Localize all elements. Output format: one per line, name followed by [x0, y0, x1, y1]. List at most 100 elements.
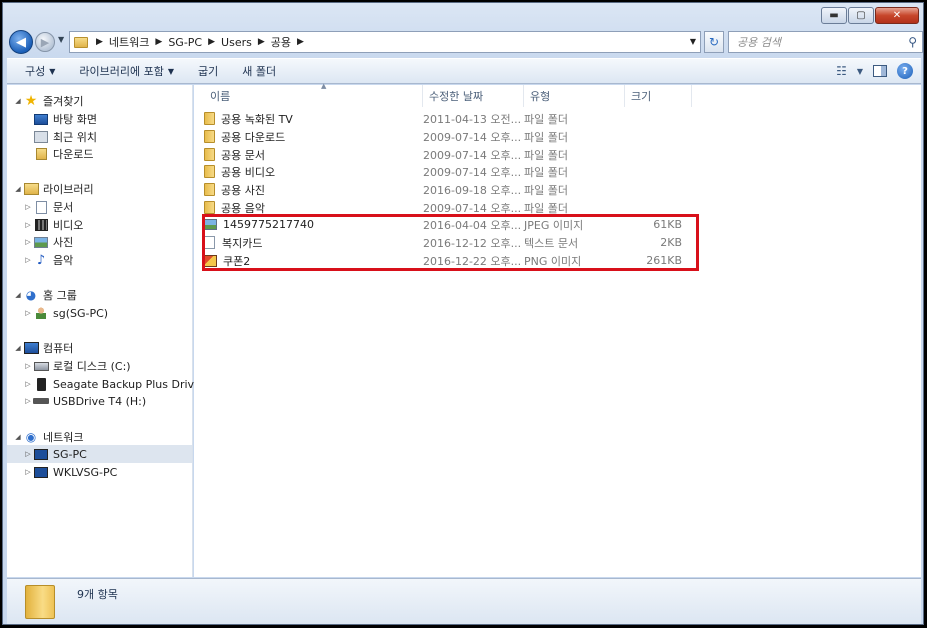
- nav-libraries-label: 라이브러리: [43, 183, 94, 196]
- file-row[interactable]: 공용 사진 2016-09-18 오후... 파일 폴더: [204, 181, 694, 199]
- expand-icon[interactable]: ▷: [23, 397, 33, 405]
- collapse-icon[interactable]: ◢: [13, 344, 23, 352]
- back-button[interactable]: ◀: [9, 30, 33, 54]
- breadcrumb-chevron-icon[interactable]: ▶: [96, 37, 103, 47]
- file-row[interactable]: 공용 다운로드 2009-07-14 오후... 파일 폴더: [204, 128, 694, 146]
- nav-downloads[interactable]: 다운로드: [33, 145, 93, 163]
- nav-documents[interactable]: ▷ 문서: [23, 198, 73, 216]
- expand-icon[interactable]: ▷: [23, 380, 33, 388]
- recent-pages-dropdown-icon[interactable]: ▼: [58, 35, 64, 44]
- expand-icon[interactable]: ▷: [23, 203, 33, 211]
- column-type-label: 유형: [530, 90, 551, 103]
- expand-icon[interactable]: ▷: [23, 221, 33, 229]
- file-row[interactable]: 공용 녹화된 TV 2011-04-13 오전... 파일 폴더: [204, 110, 694, 128]
- close-icon[interactable]: ✕: [875, 7, 919, 24]
- nav-libraries[interactable]: ◢ 라이브러리: [13, 180, 94, 198]
- column-header-date[interactable]: 수정한 날짜: [423, 85, 524, 107]
- video-icon: [33, 218, 49, 232]
- address-dropdown-icon[interactable]: ▼: [690, 37, 696, 46]
- folder-icon: [204, 165, 215, 179]
- column-header-name[interactable]: 이름 ▲: [204, 82, 423, 107]
- homegroup-icon: ◕: [25, 288, 37, 302]
- breadcrumb-chevron-icon[interactable]: ▶: [297, 37, 304, 47]
- collapse-icon[interactable]: ◢: [13, 97, 23, 105]
- nav-local-disk-label: 로컬 디스크 (C:): [53, 360, 131, 373]
- command-bar: 구성 ▼ 라이브러리에 포함 ▼ 굽기 새 폴더 ☷ ▼ ?: [7, 58, 921, 84]
- breadcrumb-public[interactable]: 공용: [271, 34, 291, 50]
- network-icon: ◉: [25, 430, 37, 444]
- column-header-type[interactable]: 유형: [524, 85, 625, 107]
- nav-desktop[interactable]: 바탕 화면: [33, 110, 97, 128]
- burn-button[interactable]: 굽기: [186, 59, 230, 83]
- network-computer-icon: [33, 447, 49, 461]
- file-row[interactable]: 공용 문서 2009-07-14 오후... 파일 폴더: [204, 146, 694, 164]
- file-date: 2009-07-14 오후...: [423, 148, 522, 162]
- include-library-label: 라이브러리에 포함: [79, 65, 164, 78]
- computer-icon: [23, 341, 39, 355]
- nav-videos[interactable]: ▷ 비디오: [23, 216, 83, 234]
- file-name: 공용 다운로드: [221, 130, 286, 144]
- nav-sg-pc[interactable]: ▷ SG-PC: [7, 445, 192, 463]
- nav-network[interactable]: ◢ ◉ 네트워크: [13, 428, 83, 446]
- nav-favorites[interactable]: ◢ ★ 즐겨찾기: [13, 92, 83, 110]
- address-bar[interactable]: ▶ 네트워크 ▶ SG-PC ▶ Users ▶ 공용 ▶ ▼: [69, 31, 701, 53]
- user-icon: [33, 306, 49, 320]
- nav-videos-label: 비디오: [53, 219, 84, 232]
- preview-pane-icon[interactable]: [873, 65, 887, 77]
- column-header-size[interactable]: 크기: [625, 85, 692, 107]
- breadcrumb-chevron-icon[interactable]: ▶: [258, 37, 265, 47]
- view-options-icon[interactable]: ☷: [836, 64, 847, 78]
- nav-sg-pc-label: SG-PC: [53, 447, 87, 461]
- nav-music[interactable]: ▷ ♪ 음악: [23, 251, 73, 269]
- collapse-icon[interactable]: ◢: [13, 291, 23, 299]
- nav-homegroup[interactable]: ◢ ◕ 홈 그룹: [13, 286, 77, 304]
- include-in-library-button[interactable]: 라이브러리에 포함 ▼: [67, 59, 186, 83]
- expand-icon[interactable]: ▷: [23, 450, 33, 458]
- search-icon[interactable]: ⚲: [908, 35, 917, 49]
- music-icon: ♪: [36, 252, 46, 268]
- item-count: 9개 항목: [77, 588, 118, 601]
- new-folder-label: 새 폴더: [242, 65, 277, 78]
- organize-button[interactable]: 구성 ▼: [7, 59, 67, 83]
- sort-ascending-icon: ▲: [321, 82, 327, 90]
- search-input[interactable]: 공용 검색 ⚲: [728, 31, 923, 53]
- new-folder-button[interactable]: 새 폴더: [230, 59, 288, 83]
- column-size-label: 크기: [631, 90, 652, 103]
- folder-icon: [204, 130, 215, 144]
- file-type: 파일 폴더: [524, 165, 568, 179]
- help-icon[interactable]: ?: [897, 63, 913, 79]
- usb-drive-icon: [33, 394, 49, 408]
- file-type: 파일 폴더: [524, 112, 568, 126]
- expand-icon[interactable]: ▷: [23, 309, 33, 317]
- collapse-icon[interactable]: ◢: [13, 185, 23, 193]
- nav-wklvsg-pc[interactable]: ▷ WKLVSG-PC: [23, 463, 117, 481]
- expand-icon[interactable]: ▷: [23, 468, 33, 476]
- nav-pictures[interactable]: ▷ 사진: [23, 233, 73, 251]
- file-name: 공용 녹화된 TV: [221, 112, 293, 126]
- breadcrumb-chevron-icon[interactable]: ▶: [155, 37, 162, 47]
- breadcrumb-users[interactable]: Users: [221, 36, 252, 49]
- expand-icon[interactable]: ▷: [23, 256, 33, 264]
- file-row[interactable]: 공용 비디오 2009-07-14 오후... 파일 폴더: [204, 163, 694, 181]
- window-controls: ▬ ▢ ✕: [821, 7, 919, 24]
- expand-icon[interactable]: ▷: [23, 238, 33, 246]
- nav-homegroup-user[interactable]: ▷ sg(SG-PC): [23, 304, 108, 322]
- forward-button[interactable]: ▶: [35, 32, 55, 52]
- expand-icon[interactable]: ▷: [23, 362, 33, 370]
- collapse-icon[interactable]: ◢: [13, 433, 23, 441]
- file-date: 2009-07-14 오후...: [423, 130, 522, 144]
- nav-recent[interactable]: 최근 위치: [33, 128, 97, 146]
- external-drive-icon: [33, 377, 49, 391]
- nav-usb-drive[interactable]: ▷ USBDrive T4 (H:): [23, 392, 146, 410]
- refresh-icon[interactable]: ↻: [704, 31, 724, 53]
- nav-local-disk[interactable]: ▷ 로컬 디스크 (C:): [23, 357, 131, 375]
- chevron-down-icon[interactable]: ▼: [857, 67, 863, 76]
- nav-usb-label: USBDrive T4 (H:): [53, 394, 147, 408]
- maximize-icon[interactable]: ▢: [848, 7, 874, 24]
- minimize-icon[interactable]: ▬: [821, 7, 847, 24]
- breadcrumb-sg-pc[interactable]: SG-PC: [168, 36, 202, 49]
- breadcrumb-chevron-icon[interactable]: ▶: [208, 37, 215, 47]
- column-date-label: 수정한 날짜: [429, 90, 484, 103]
- nav-computer[interactable]: ◢ 컴퓨터: [13, 339, 73, 357]
- breadcrumb-network[interactable]: 네트워크: [109, 34, 149, 50]
